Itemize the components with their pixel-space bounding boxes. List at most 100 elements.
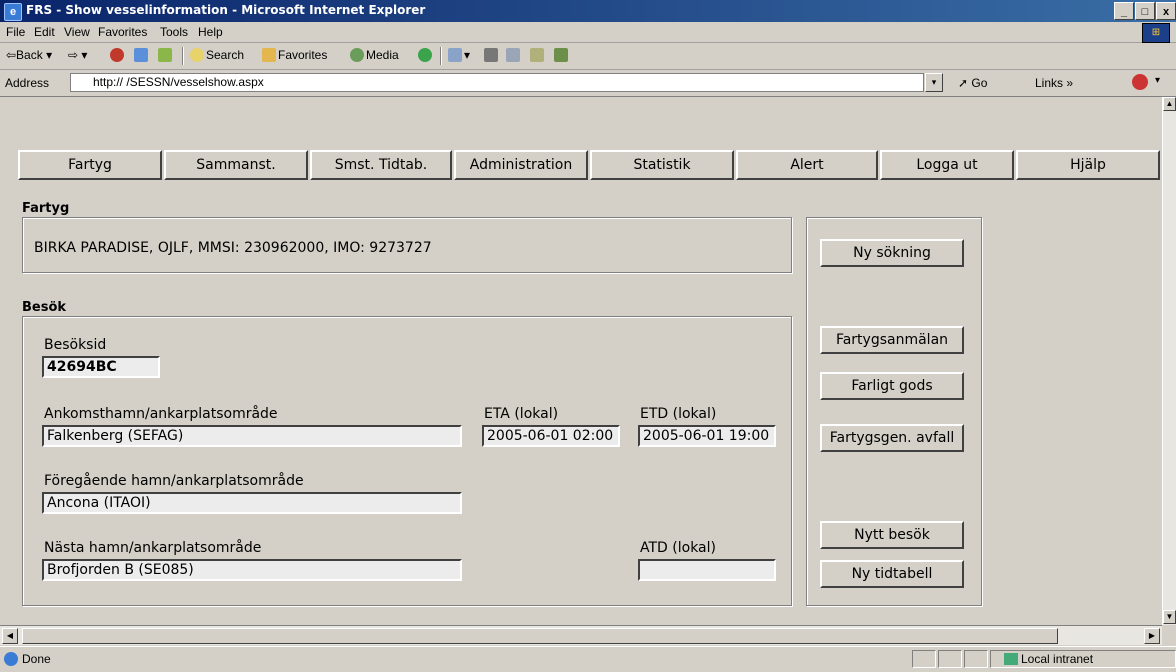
eta-label: ETA (lokal) [484,406,559,422]
go-arrow-icon: ➚ [958,76,969,90]
menu-view[interactable]: View [64,25,90,39]
nav-smst-tidtab[interactable]: Smst. Tidtab. [310,150,452,180]
etd-field[interactable]: 2005-06-01 19:00 [638,425,776,447]
dangerous-goods-button[interactable]: Farligt gods [820,372,964,400]
favorites-icon [262,48,276,62]
mail-icon [448,48,462,62]
maximize-button[interactable]: □ [1135,2,1155,20]
visit-id-field[interactable]: 42694BC [42,356,160,378]
discuss-icon [530,48,544,62]
nav-logga-ut[interactable]: Logga ut [880,150,1014,180]
atd-label: ATD (lokal) [640,540,716,556]
close-button[interactable]: x [1156,2,1176,20]
visit-id-label: Besöksid [44,337,107,353]
norton-icon[interactable] [1132,74,1148,90]
home-button[interactable] [158,48,174,62]
nav-alert[interactable]: Alert [736,150,878,180]
nav-statistik[interactable]: Statistik [590,150,734,180]
new-search-button[interactable]: Ny sökning [820,239,964,267]
menu-tools[interactable]: Tools [160,25,188,39]
ship-waste-button[interactable]: Fartygsgen. avfall [820,424,964,452]
favorites-label: Favorites [278,48,328,62]
visit-heading: Besök [22,300,67,315]
media-label: Media [366,48,399,62]
menu-help[interactable]: Help [198,25,223,39]
arrival-port-field[interactable]: Falkenberg (SEFAG) [42,425,462,447]
messenger-icon [554,48,568,62]
back-button[interactable]: ⇦Back ▾ [6,48,52,62]
address-bar: Address http:// /SESSN/vesselshow.aspx ▾… [0,70,1176,97]
vessel-notification-button[interactable]: Fartygsanmälan [820,326,964,354]
atd-field[interactable] [638,559,776,581]
home-icon [158,48,172,62]
horizontal-scrollbar[interactable]: ◀ ▶ [0,625,1162,645]
media-button[interactable]: Media [350,48,399,62]
next-port-label: Nästa hamn/ankarplatsområde [44,540,262,556]
vessel-info: BIRKA PARADISE, OJLF, MMSI: 230962000, I… [34,240,432,256]
scroll-left-arrow-icon[interactable]: ◀ [2,628,18,644]
search-button[interactable]: Search [190,48,244,62]
nav-fartyg[interactable]: Fartyg [18,150,162,180]
favorites-button[interactable]: Favorites [262,48,327,62]
etd-label: ETD (lokal) [640,406,717,422]
window-controls: _ □ x [1114,2,1176,20]
scroll-down-arrow-icon[interactable]: ▼ [1163,610,1176,624]
mail-dropdown: ▾ [464,48,471,62]
stop-button[interactable] [110,48,126,62]
security-zone: Local intranet [1004,652,1093,666]
toolbar-separator [440,47,442,65]
nav-hjalp[interactable]: Hjälp [1016,150,1160,180]
address-dropdown[interactable]: ▾ [925,73,943,92]
media-icon [350,48,364,62]
vertical-scrollbar[interactable]: ▲ ▼ [1162,97,1176,625]
edit-icon [506,48,520,62]
history-button[interactable] [418,48,434,62]
print-button[interactable] [484,48,500,62]
horizontal-scroll-thumb[interactable] [22,628,1058,644]
mail-button[interactable]: ▾ [448,48,470,62]
next-port-field[interactable]: Brofjorden B (SE085) [42,559,462,581]
page-done-icon [4,652,18,666]
windows-logo-icon: ⊞ [1142,23,1170,43]
scroll-right-arrow-icon[interactable]: ▶ [1144,628,1160,644]
go-label: Go [971,76,988,90]
zone-label: Local intranet [1021,652,1094,666]
discuss-button[interactable] [530,48,546,62]
menu-file[interactable]: File [6,25,25,39]
new-timetable-button[interactable]: Ny tidtabell [820,560,964,588]
refresh-button[interactable] [134,48,150,62]
address-input[interactable]: http:// /SESSN/vesselshow.aspx [70,73,924,92]
stop-icon [110,48,124,62]
search-icon [190,48,204,62]
page-content: Fartyg Sammanst. Smst. Tidtab. Administr… [0,97,1162,625]
window-title: FRS - Show vesselinformation - Microsoft… [26,3,426,17]
menu-favorites[interactable]: Favorites [98,25,147,39]
previous-port-field[interactable]: Ancona (ITAOI) [42,492,462,514]
minimize-button[interactable]: _ [1114,2,1134,20]
print-icon [484,48,498,62]
toolbar-separator [182,47,184,65]
norton-dropdown[interactable]: ▾ [1155,75,1160,86]
browser-toolbar: ⇦Back ▾ ⇨ ▾ Search Favorites Media ▾ [0,43,1176,70]
nav-administration[interactable]: Administration [454,150,588,180]
status-bar: Done Local intranet [0,646,1176,672]
eta-field[interactable]: 2005-06-01 02:00 [482,425,620,447]
status-pane [964,650,988,668]
new-visit-button[interactable]: Nytt besök [820,521,964,549]
go-button[interactable]: ➚ Go [958,76,987,90]
scroll-corner [1162,625,1176,645]
menu-edit[interactable]: Edit [34,25,55,39]
links-button[interactable]: Links » [1035,76,1073,90]
status-pane [938,650,962,668]
edit-button[interactable] [506,48,522,62]
arrival-port-label: Ankomsthamn/ankarplatsområde [44,406,278,422]
forward-button[interactable]: ⇨ ▾ [68,48,87,62]
menu-bar: File Edit View Favorites Tools Help ⊞ [0,22,1176,43]
history-icon [418,48,432,62]
search-label: Search [206,48,245,62]
previous-port-label: Föregående hamn/ankarplatsområde [44,473,304,489]
scroll-up-arrow-icon[interactable]: ▲ [1163,97,1176,111]
messenger-button[interactable] [554,48,570,62]
nav-sammanst[interactable]: Sammanst. [164,150,308,180]
ie-icon: e [4,3,22,21]
